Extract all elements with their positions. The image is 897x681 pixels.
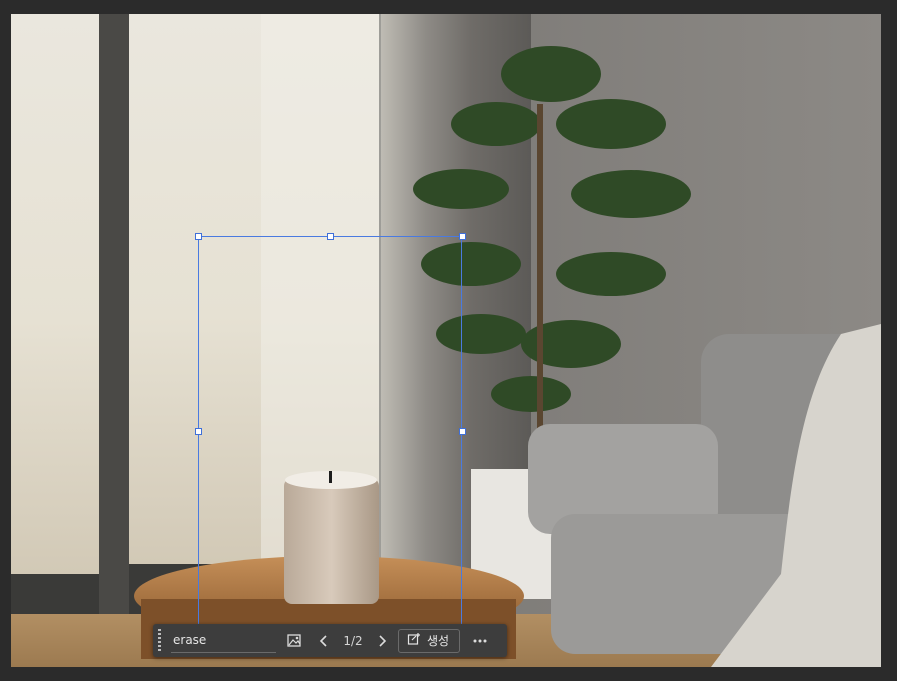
selection-handle-top-right[interactable]: [459, 233, 466, 240]
reference-image-icon[interactable]: [282, 629, 306, 653]
selection-handle-top-middle[interactable]: [327, 233, 334, 240]
photo-image[interactable]: [11, 14, 881, 667]
more-horizontal-icon[interactable]: [468, 629, 492, 653]
document-canvas[interactable]: 1/2 생성: [0, 0, 897, 681]
prompt-input[interactable]: [171, 628, 276, 653]
drag-handle-icon[interactable]: [158, 628, 161, 653]
variation-counter: 1/2: [343, 633, 363, 648]
generate-label: 생성: [427, 634, 450, 648]
generate-sparkle-icon: [407, 632, 421, 649]
contextual-task-bar: 1/2 생성: [153, 624, 507, 657]
chevron-right-icon[interactable]: [370, 629, 394, 653]
generate-button[interactable]: 생성: [398, 628, 461, 653]
chevron-left-icon[interactable]: [312, 629, 336, 653]
selection-handle-top-left[interactable]: [195, 233, 202, 240]
selection-handle-middle-right[interactable]: [459, 428, 466, 435]
selection-rectangle[interactable]: [198, 236, 462, 628]
selection-handle-middle-left[interactable]: [195, 428, 202, 435]
